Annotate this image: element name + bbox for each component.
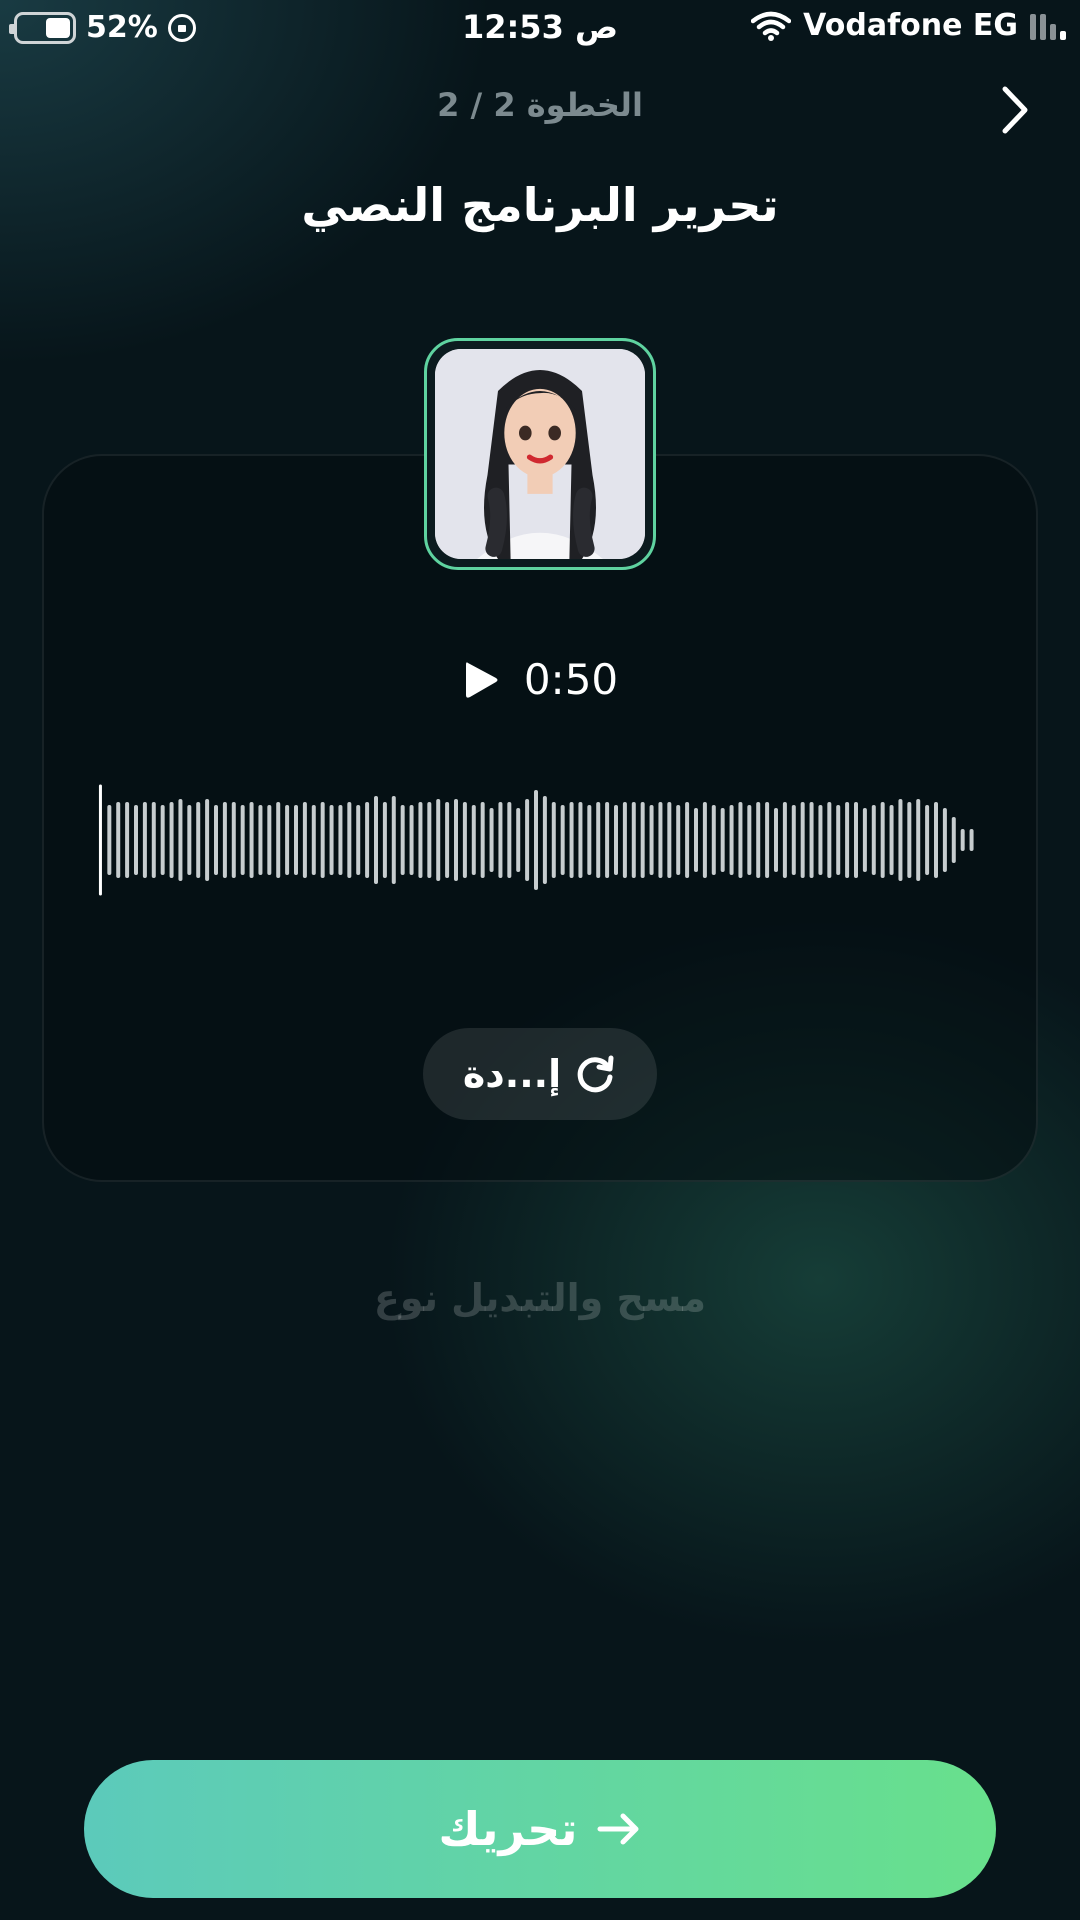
arrow-right-icon xyxy=(597,1813,639,1845)
audio-duration: 0:50 xyxy=(523,655,619,704)
status-right: Vodafone EG xyxy=(751,8,1066,43)
animate-button[interactable]: تحريك xyxy=(84,1760,996,1898)
retry-label: إ...دة xyxy=(462,1052,562,1096)
retry-button[interactable]: إ...دة xyxy=(423,1028,657,1120)
avatar-image xyxy=(435,349,645,559)
play-icon[interactable] xyxy=(462,659,500,701)
animate-button-label: تحريك xyxy=(438,1802,578,1856)
audio-player: 0:50 xyxy=(0,655,1080,704)
page-title: تحرير البرنامج النصي xyxy=(301,178,779,232)
clear-and-switch-link[interactable]: مسح والتبديل نوع xyxy=(0,1276,1080,1320)
avatar-frame[interactable] xyxy=(424,338,656,570)
carrier-name: Vodafone EG xyxy=(803,8,1018,43)
refresh-icon xyxy=(577,1055,614,1093)
signal-icon xyxy=(1030,12,1066,40)
avatar xyxy=(435,349,645,559)
step-indicator: الخطوة 2 / 2 xyxy=(437,86,643,124)
wifi-icon xyxy=(751,11,792,41)
audio-waveform[interactable] xyxy=(96,780,976,900)
status-bar: 52% 12:53 ص Vodafone EG xyxy=(0,0,1080,56)
